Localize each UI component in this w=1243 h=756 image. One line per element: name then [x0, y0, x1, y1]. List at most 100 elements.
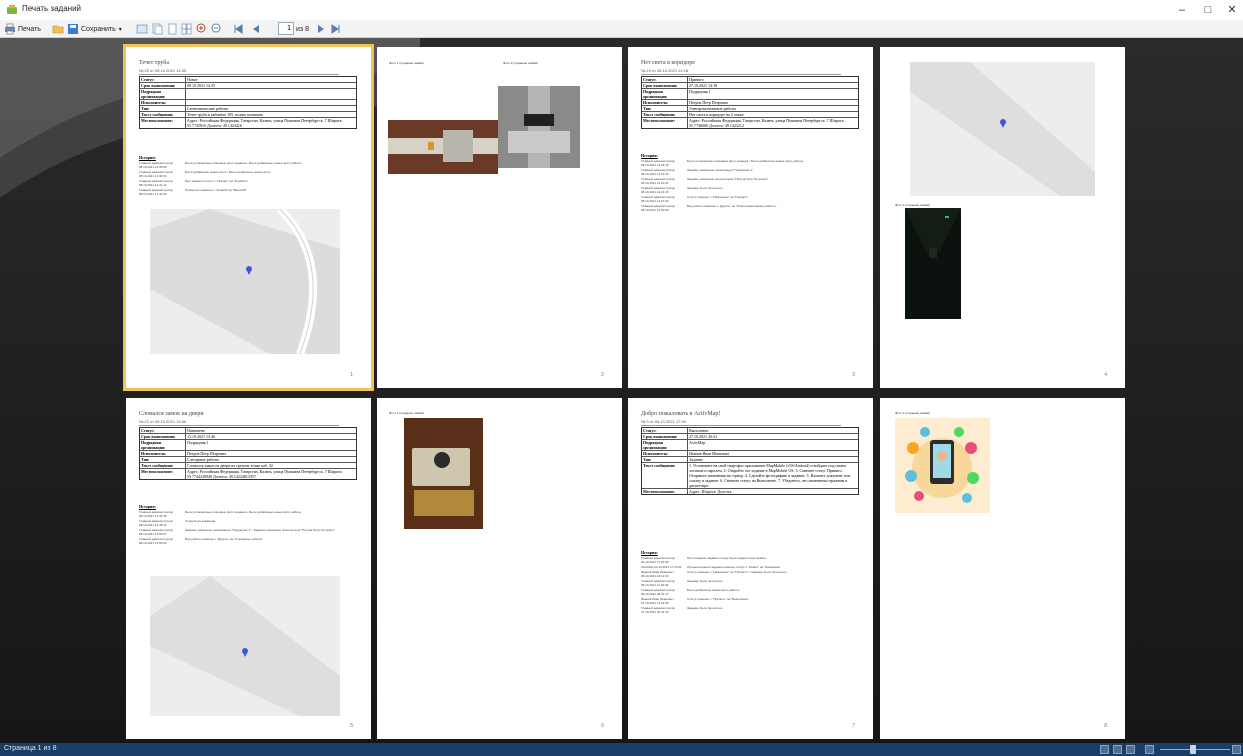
history-row: Главный администратор 06.10.2021 09:41:1…: [641, 588, 859, 596]
row-key: Текст сообщения:: [642, 112, 688, 117]
history-row: Главный администратор 08.10.2021 14:41:1…: [139, 179, 357, 187]
row-key: Тип:: [642, 106, 688, 111]
row-value: 1. Установите на свой смартфон приложени…: [689, 463, 850, 488]
history-text: Статус изменен с "Назначено" на "Принято…: [687, 195, 749, 199]
page-number: 6: [601, 723, 604, 729]
table-row: Подрядная организация: Подрядчик 1: [140, 440, 356, 451]
row-value: ActivMap: [689, 440, 706, 445]
next-page-icon[interactable]: [315, 23, 327, 35]
row-key: Статус:: [140, 77, 186, 82]
row-value: 08.10.2021 14:35: [187, 83, 216, 88]
history-row: Главный администратор 04.10.2021 17:00:3…: [641, 556, 859, 564]
history-section: История: Главный администратор 08.10.202…: [641, 153, 859, 213]
view-single-icon[interactable]: [1100, 745, 1109, 754]
page-4[interactable]: Фото 1 (создание заявки) 4: [880, 47, 1125, 388]
history-row: Главный администратор 08.10.2021 13:48:1…: [139, 519, 357, 527]
history-text: При выполнении задания изменен статус с …: [687, 565, 782, 569]
page-1[interactable]: Течет труба № 25 от 08.10.2021 14:35 Ста…: [123, 44, 374, 391]
page-6[interactable]: Фото 1 (создание заявки) 6: [377, 398, 622, 739]
location-map: [150, 576, 340, 716]
prev-page-icon[interactable]: [250, 23, 262, 35]
page-number-input[interactable]: 1: [278, 22, 294, 35]
history-text: Задание было прочитано: [687, 606, 723, 610]
history-row: Главный администратор 08.10.2021 14:20:0…: [641, 177, 859, 185]
row-value: Адрес: Широта: Долгота:: [689, 489, 733, 494]
history-row: Главный администратор 08.10.2021 14:21:1…: [641, 186, 859, 194]
row-value: Течет труба в кабинете 105, нужно почини…: [187, 112, 264, 117]
row-value: Новое: [187, 77, 198, 82]
page-number: 2: [601, 372, 604, 378]
history-row: Иванов Иван Иванович 05.10.2021 10:12:44…: [641, 570, 859, 578]
history-row: Главный администратор 27.10.2021 20:41:3…: [641, 606, 859, 614]
close-button[interactable]: ✕: [1220, 2, 1243, 18]
page-2[interactable]: Фото 1 (создание заявки) Фото 2 (создани…: [377, 47, 622, 388]
history-row: Главный администратор 08.10.2021 14:44:5…: [139, 188, 357, 196]
report-subtitle: № 25 от 08.10.2021 14:35: [139, 68, 339, 75]
history-author: Главный администратор 08.10.2021 14:40:3…: [139, 170, 174, 178]
status-text: Страница 1 из 8: [4, 745, 57, 752]
row-value: 27.10.2021 14:18: [689, 83, 718, 88]
copy-icon[interactable]: [151, 23, 163, 35]
row-value: Петров Петр Петрович: [689, 100, 729, 105]
minimize-button[interactable]: –: [1170, 2, 1194, 18]
table-row: Подрядная организация: ActivMap: [642, 440, 858, 451]
row-value: Иванов Иван Иванович: [689, 451, 729, 456]
app-illustration: [895, 418, 990, 513]
history-text: Вид работы изменен с "Другое" на "Электр…: [687, 204, 777, 208]
history-heading: История:: [641, 550, 658, 555]
history-heading: История:: [641, 153, 658, 158]
row-value: Нет света в коридоре на 2 этаже: [689, 112, 744, 117]
row-value: Электромонтажные работы: [689, 106, 736, 111]
history-text: Были установлены плановые фото задания •…: [185, 510, 302, 514]
page-8[interactable]: Фото 1 (создание заявки) 8: [880, 398, 1125, 739]
page-number: 8: [1104, 723, 1107, 729]
zoom-out-icon[interactable]: [211, 23, 223, 35]
multi-page-icon[interactable]: [181, 23, 193, 35]
maximize-button[interactable]: □: [1196, 2, 1220, 18]
open-folder-icon[interactable]: [52, 23, 64, 35]
history-section: История: Главный администратор 04.10.202…: [641, 550, 859, 615]
history-author: Иванов Иван Иванович 07.10.2021 14:22:05: [641, 597, 674, 605]
preview-area[interactable]: Течет труба № 25 от 08.10.2021 14:35 Ста…: [0, 38, 1243, 743]
history-row: Главный администратор 08.10.2021 14:19:4…: [641, 168, 859, 176]
view-multi-icon[interactable]: [1113, 745, 1122, 754]
zoom-in-icon[interactable]: [196, 23, 208, 35]
row-value: Петров Петр Петрович: [187, 451, 227, 456]
history-text: Были добавлены новые фото работы: [687, 588, 740, 592]
lock-photo: [404, 418, 483, 529]
history-text: Вид работы изменен с "Другое" на "Слесар…: [185, 537, 263, 541]
row-key: Местоположение:: [140, 469, 186, 479]
export-icon[interactable]: [136, 23, 148, 35]
zoom-out-icon[interactable]: [1145, 745, 1154, 754]
history-text: Были установлены плановые фото задания •…: [687, 159, 804, 163]
save-label: Сохранить: [81, 25, 116, 33]
dropdown-arrow-icon[interactable]: ▾: [119, 26, 122, 33]
row-value: Адрес: Российская Федерация, Татарстан, …: [187, 118, 343, 128]
photo-label: Фото 1 (создание заявки): [895, 411, 931, 415]
page-5[interactable]: Сломался замок на двери № 22 от 08.10.20…: [126, 398, 371, 739]
page-3[interactable]: Нет света в коридоре № 24 от 08.10.2021 …: [628, 47, 873, 388]
save-button[interactable]: Сохранить ▾: [67, 22, 122, 36]
last-page-icon[interactable]: [330, 23, 342, 35]
history-author: Главный администратор 08.10.2021 14:18:1…: [641, 159, 676, 167]
row-value: 15.10.2021 13:46: [187, 434, 216, 439]
corridor-photo: [905, 208, 961, 319]
first-page-icon[interactable]: [232, 23, 244, 35]
view-grid-icon[interactable]: [1126, 745, 1135, 754]
page-7[interactable]: Добро пожаловать в ActivMap! № 3 от 04.1…: [628, 398, 873, 739]
row-key: Срок выполнения:: [642, 83, 688, 88]
location-map: [910, 62, 1095, 196]
history-text: Точка была заменена: [185, 519, 216, 523]
zoom-in-icon[interactable]: [1232, 745, 1241, 754]
single-page-icon[interactable]: [166, 23, 178, 35]
status-bar: Страница 1 из 8: [0, 743, 1243, 756]
report-title: Сломался замок на двери: [139, 411, 204, 417]
report-table: Статус: Принято Срок выполнения: 27.10.202…: [641, 76, 859, 129]
history-row: Главный администратор 08.10.2021 14:30:0…: [641, 204, 859, 212]
row-value: Подрядчик 1: [187, 440, 209, 445]
zoom-slider-handle[interactable]: [1190, 745, 1196, 754]
report-subtitle: № 3 от 04.10.2021 17:00: [641, 419, 841, 426]
print-button[interactable]: Печать: [4, 22, 41, 36]
page-number: 4: [1104, 372, 1107, 378]
report-table: Статус: Выполнено Срок выполнения: 27.10.2…: [641, 427, 859, 495]
